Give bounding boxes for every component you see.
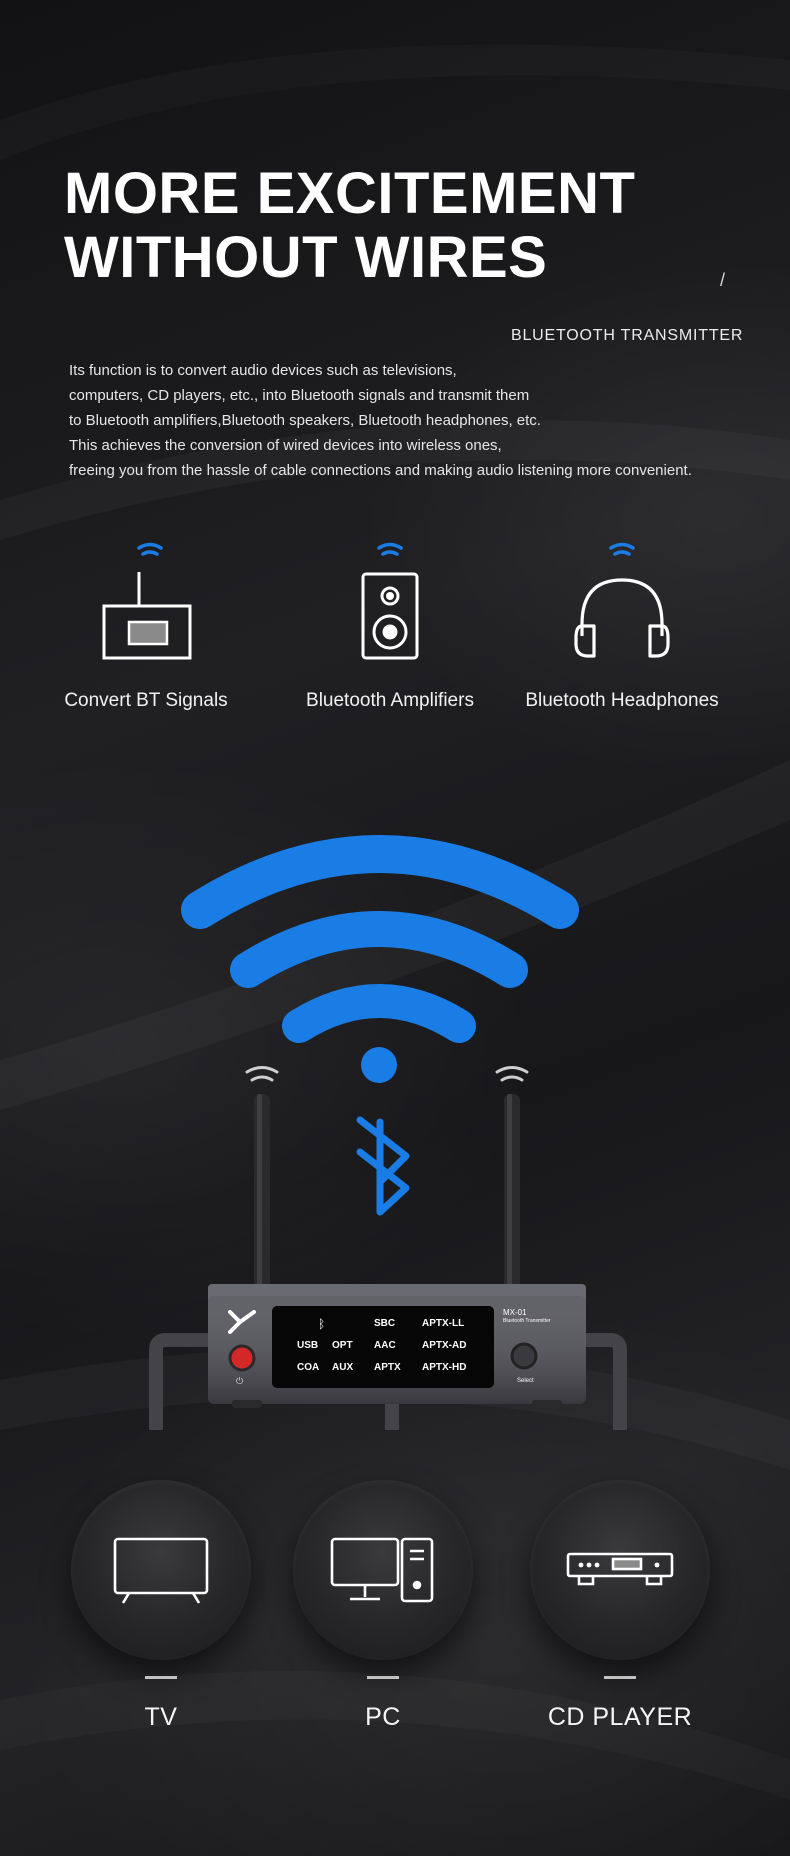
tv-icon [113, 1537, 209, 1604]
headline: MORE EXCITEMENT WITHOUT WIRES [64, 162, 635, 290]
intro-line: to Bluetooth amplifiers,Bluetooth speake… [69, 412, 541, 429]
display-input: COA [297, 1362, 320, 1373]
headline-line-1: MORE EXCITEMENT [64, 161, 636, 226]
source-cd-player: CD PLAYER [520, 1480, 720, 1732]
source-circle [293, 1480, 473, 1660]
intro-line: computers, CD players, etc., into Blueto… [69, 387, 530, 404]
display-codec: AAC [374, 1340, 396, 1351]
source-dash [604, 1676, 636, 1679]
source-circle [530, 1480, 710, 1660]
speaker-icon [361, 542, 419, 660]
source-label: TV [144, 1703, 178, 1731]
source-tv: TV [61, 1480, 261, 1732]
target-headphones: Bluetooth Headphones [502, 540, 742, 712]
display-input: USB [297, 1340, 319, 1351]
subtitle: BLUETOOTH TRANSMITTER [511, 327, 744, 344]
display-codec: APTX-LL [422, 1318, 465, 1329]
display-input: OPT [332, 1340, 353, 1351]
display-codec: APTX-HD [422, 1362, 467, 1373]
intro-paragraph: Its function is to convert audio devices… [69, 358, 769, 483]
source-circle [71, 1480, 251, 1660]
intro-line: freeing you from the hassle of cable con… [69, 462, 692, 479]
display-codec: SBC [374, 1318, 396, 1329]
headphones-icon [574, 542, 670, 658]
decorative-slash: / [720, 270, 726, 290]
cd-player-icon [566, 1552, 674, 1586]
source-pc: PC [283, 1480, 483, 1732]
device-illustration: ⏻ ᛒ SBC APTX-LL USB OPT AAC APTX-AD COA … [0, 810, 790, 1490]
display-input: AUX [332, 1362, 354, 1373]
display-codec: APTX [374, 1362, 401, 1373]
target-label: Bluetooth Headphones [525, 690, 719, 711]
product-page: MORE EXCITEMENT WITHOUT WIRES / BLUETOOT… [0, 0, 790, 1856]
intro-line: This achieves the conversion of wired de… [69, 437, 502, 454]
target-amplifier: Bluetooth Amplifiers [270, 540, 510, 712]
display-codec: APTX-AD [422, 1340, 467, 1351]
select-label: Select [517, 1378, 534, 1384]
target-label: Convert BT Signals [64, 690, 228, 711]
source-label: PC [365, 1703, 401, 1731]
device-model-sub: Bluetooth Transmitter [503, 1318, 551, 1324]
radio-receiver-icon [102, 542, 192, 660]
source-dash [367, 1676, 399, 1679]
target-label: Bluetooth Amplifiers [306, 690, 474, 711]
source-dash [145, 1676, 177, 1679]
device-model: MX-01 [503, 1308, 527, 1317]
headline-line-2: WITHOUT WIRES [64, 225, 548, 290]
target-convert-bt: Convert BT Signals [26, 540, 266, 712]
computer-icon [330, 1537, 434, 1603]
intro-line: Its function is to convert audio devices… [69, 362, 457, 379]
source-label: CD PLAYER [547, 1703, 693, 1731]
